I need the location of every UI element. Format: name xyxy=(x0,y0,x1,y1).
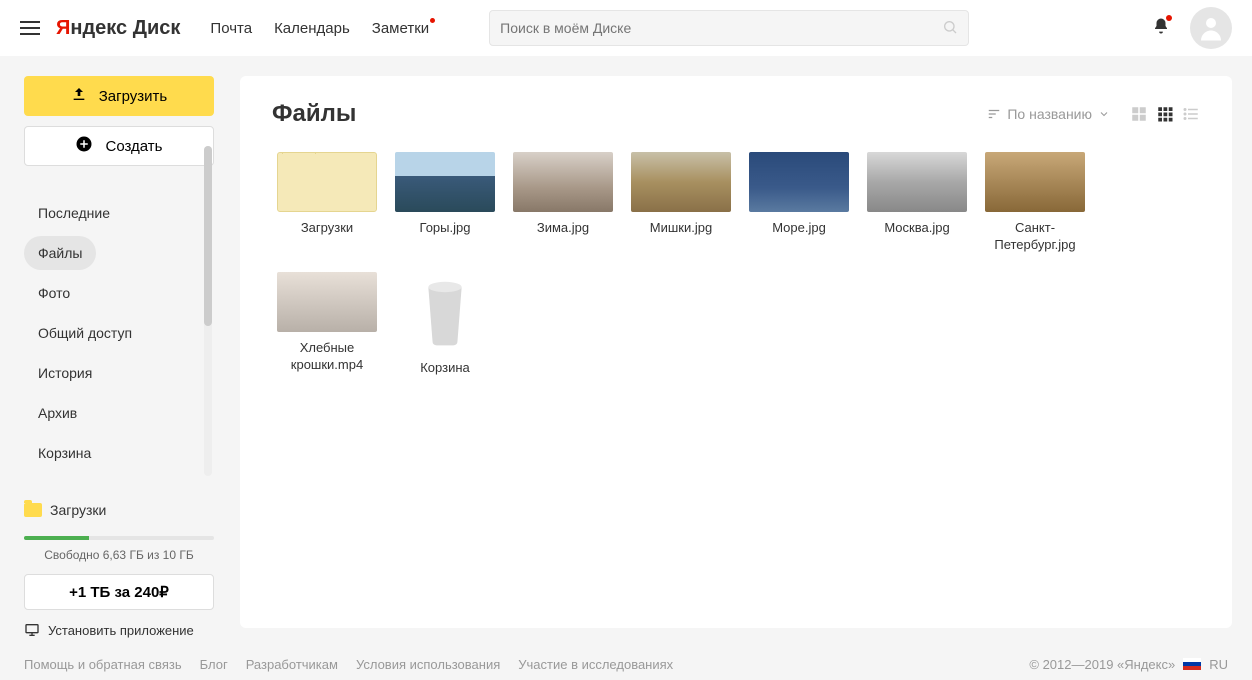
sidebar: Загрузить Создать Последние Файлы Фото О… xyxy=(0,56,220,648)
flag-icon xyxy=(1183,658,1201,670)
upload-label: Загрузить xyxy=(99,88,168,105)
file-name: Корзина xyxy=(390,360,500,377)
trash-icon xyxy=(395,272,495,352)
file-thumbnail xyxy=(749,152,849,212)
file-thumbnail xyxy=(513,152,613,212)
header-right xyxy=(1152,7,1232,49)
file-name: Мишки.jpg xyxy=(626,220,736,237)
scrollbar-thumb[interactable] xyxy=(204,146,212,326)
folder-tree: Загрузки xyxy=(24,496,220,524)
sidebar-item-archive[interactable]: Архив xyxy=(24,396,91,430)
view-list-icon[interactable] xyxy=(1182,105,1200,123)
file-thumbnail xyxy=(395,152,495,212)
nav-notes[interactable]: Заметки xyxy=(372,20,429,37)
install-app-link[interactable]: Установить приложение xyxy=(24,622,214,638)
view-grid-icon[interactable] xyxy=(1156,105,1174,123)
logo[interactable]: Яндекс Диск xyxy=(56,17,180,40)
file-name: Москва.jpg xyxy=(862,220,972,237)
copyright: © 2012—2019 «Яндекс» xyxy=(1029,657,1175,672)
logo-prefix: Я xyxy=(56,17,70,39)
avatar[interactable] xyxy=(1190,7,1232,49)
file-item[interactable]: Горы.jpg xyxy=(390,152,500,254)
container: Загрузить Создать Последние Файлы Фото О… xyxy=(0,56,1252,648)
create-button[interactable]: Создать xyxy=(24,126,214,166)
upload-button[interactable]: Загрузить xyxy=(24,76,214,116)
footer: Помощь и обратная связь Блог Разработчик… xyxy=(0,648,1252,680)
header: Яндекс Диск Почта Календарь Заметки xyxy=(0,0,1252,56)
storage-bar-fill xyxy=(24,536,89,540)
file-grid: Загрузки Горы.jpg Зима.jpg Мишки.jpg Море.jp… xyxy=(272,152,1200,377)
footer-research[interactable]: Участие в исследованиях xyxy=(518,657,673,672)
main-header: Файлы По названию xyxy=(272,100,1200,128)
folder-icon xyxy=(24,503,42,517)
file-thumbnail xyxy=(277,272,377,332)
view-large-icon[interactable] xyxy=(1130,105,1148,123)
file-item[interactable]: Хлебные крошки.mp4 xyxy=(272,272,382,377)
file-thumbnail xyxy=(631,152,731,212)
tree-item-label: Загрузки xyxy=(50,502,106,518)
sort-dropdown[interactable]: По названию xyxy=(987,106,1110,122)
sidebar-item-trash[interactable]: Корзина xyxy=(24,436,105,470)
logo-rest: ндекс xyxy=(70,17,127,39)
file-item[interactable]: Санкт-Петербург.jpg xyxy=(980,152,1090,254)
file-name: Санкт-Петербург.jpg xyxy=(980,220,1090,254)
file-item[interactable]: Загрузки xyxy=(272,152,382,254)
sidebar-scrollbar[interactable] xyxy=(204,146,212,476)
sidebar-item-history[interactable]: История xyxy=(24,356,106,390)
file-item[interactable]: Корзина xyxy=(390,272,500,377)
file-name: Горы.jpg xyxy=(390,220,500,237)
page-title: Файлы xyxy=(272,100,356,128)
nav-mail[interactable]: Почта xyxy=(210,20,252,37)
menu-icon[interactable] xyxy=(20,17,40,39)
nav-calendar[interactable]: Календарь xyxy=(274,20,350,37)
search-icon[interactable] xyxy=(942,19,958,38)
sidebar-item-photo[interactable]: Фото xyxy=(24,276,84,310)
bell-icon[interactable] xyxy=(1152,17,1170,40)
upload-icon xyxy=(71,86,87,107)
upgrade-label: +1 ТБ за 240₽ xyxy=(69,583,169,601)
tree-item-downloads[interactable]: Загрузки xyxy=(24,496,220,524)
file-item[interactable]: Зима.jpg xyxy=(508,152,618,254)
sidebar-item-files[interactable]: Файлы xyxy=(24,236,96,270)
file-item[interactable]: Мишки.jpg xyxy=(626,152,736,254)
storage-bar xyxy=(24,536,214,540)
lang-label[interactable]: RU xyxy=(1209,657,1228,672)
file-item[interactable]: Москва.jpg xyxy=(862,152,972,254)
search-box[interactable] xyxy=(489,10,969,46)
create-label: Создать xyxy=(105,138,162,155)
sidebar-item-shared[interactable]: Общий доступ xyxy=(24,316,146,350)
footer-dev[interactable]: Разработчикам xyxy=(246,657,338,672)
logo-product: Диск xyxy=(133,17,181,39)
footer-help[interactable]: Помощь и обратная связь xyxy=(24,657,182,672)
storage-section: Свободно 6,63 ГБ из 10 ГБ +1 ТБ за 240₽ … xyxy=(24,536,214,648)
sidebar-nav: Последние Файлы Фото Общий доступ Истори… xyxy=(24,196,220,476)
footer-blog[interactable]: Блог xyxy=(200,657,228,672)
footer-terms[interactable]: Условия использования xyxy=(356,657,500,672)
chevron-down-icon xyxy=(1098,108,1110,120)
file-name: Море.jpg xyxy=(744,220,854,237)
view-switcher xyxy=(1130,105,1200,123)
file-item[interactable]: Море.jpg xyxy=(744,152,854,254)
main-header-right: По названию xyxy=(987,105,1200,123)
upgrade-button[interactable]: +1 ТБ за 240₽ xyxy=(24,574,214,610)
file-name: Загрузки xyxy=(272,220,382,237)
file-thumbnail xyxy=(867,152,967,212)
sort-label: По названию xyxy=(1007,106,1092,122)
file-thumbnail xyxy=(985,152,1085,212)
folder-icon xyxy=(277,152,377,212)
install-label: Установить приложение xyxy=(48,623,194,638)
footer-right: © 2012—2019 «Яндекс» RU xyxy=(1029,657,1228,672)
storage-text: Свободно 6,63 ГБ из 10 ГБ xyxy=(24,548,214,562)
sidebar-item-recent[interactable]: Последние xyxy=(24,196,124,230)
main: Файлы По названию xyxy=(240,76,1232,628)
plus-icon xyxy=(75,135,93,158)
top-nav: Почта Календарь Заметки xyxy=(210,20,429,37)
file-name: Зима.jpg xyxy=(508,220,618,237)
search-input[interactable] xyxy=(500,20,934,36)
file-name: Хлебные крошки.mp4 xyxy=(272,340,382,374)
